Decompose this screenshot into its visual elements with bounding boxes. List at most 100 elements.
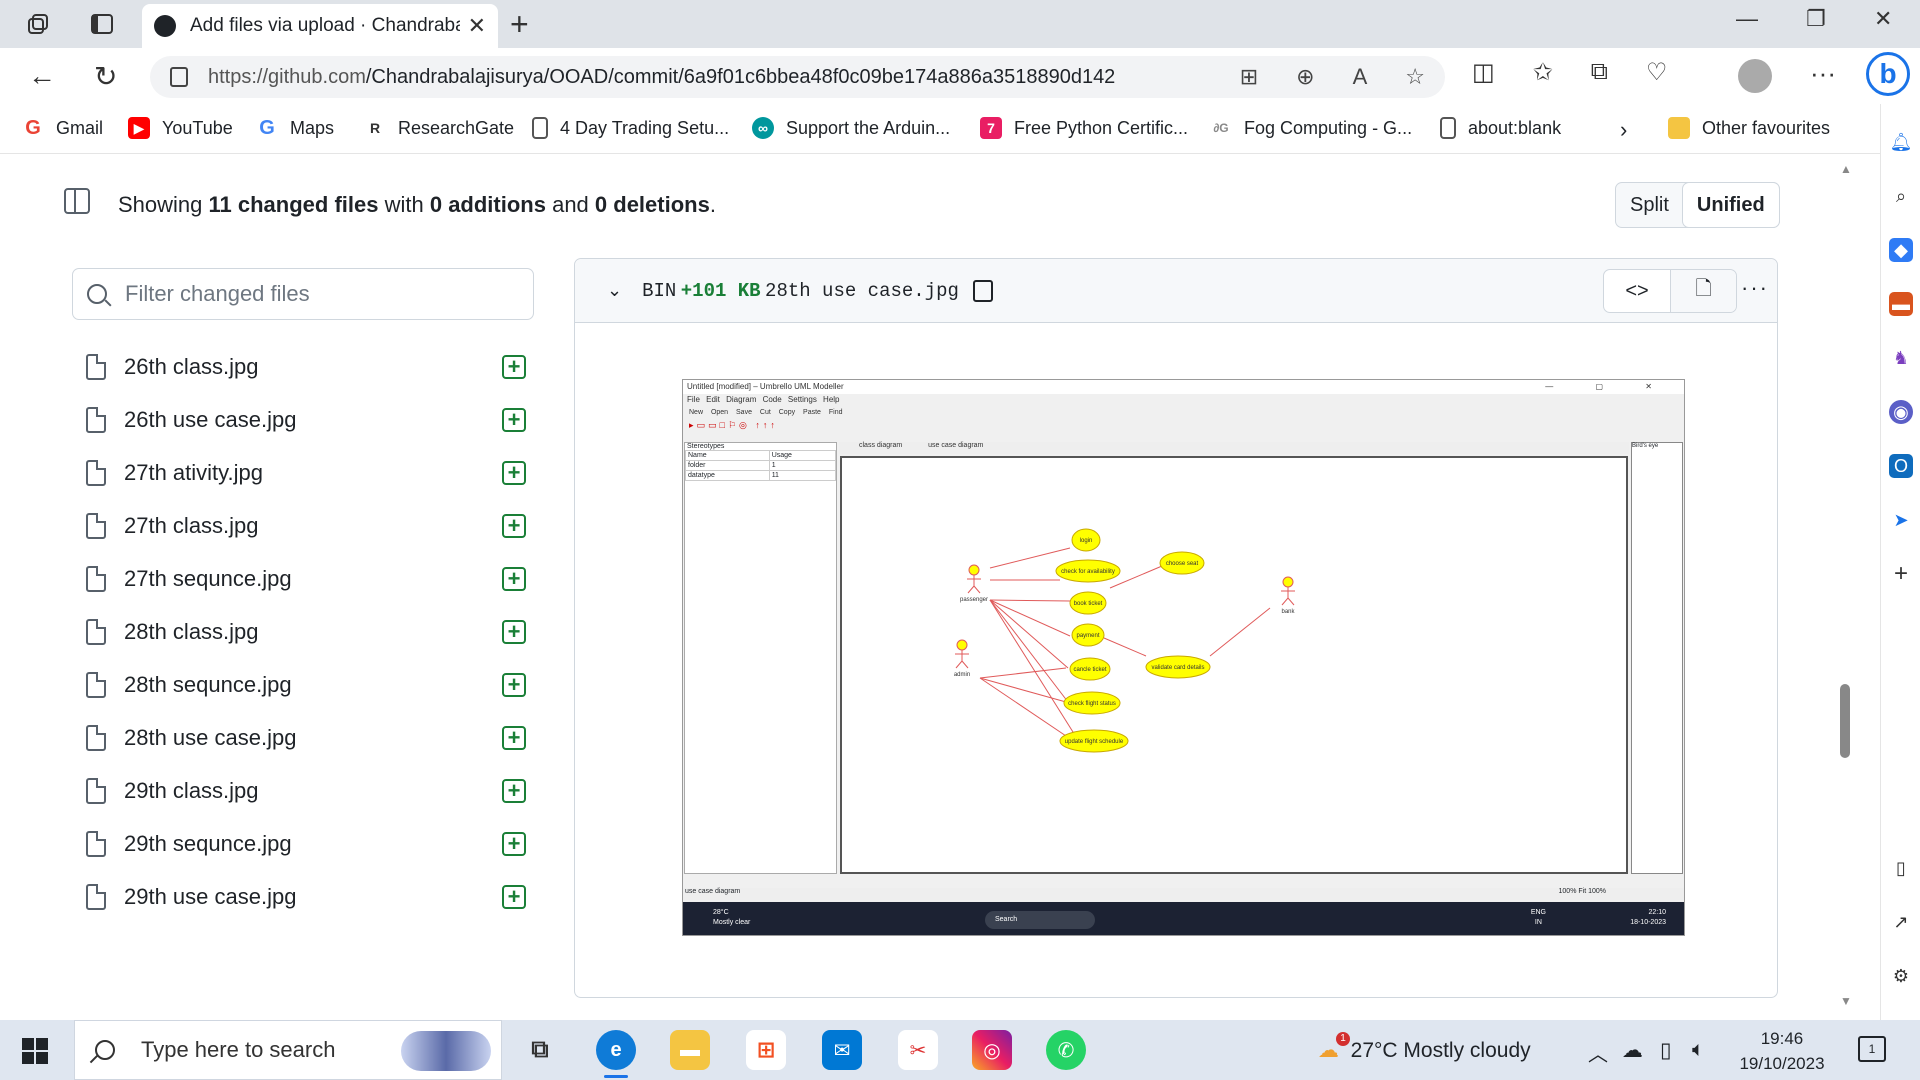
code-view-icon[interactable]: <> (1604, 270, 1670, 312)
copy-icon[interactable] (972, 279, 993, 302)
split-view-button[interactable]: Split (1616, 183, 1683, 227)
restore-button[interactable]: ❐ (1806, 6, 1826, 32)
scroll-down-icon[interactable]: ▼ (1840, 994, 1852, 1008)
instagram-icon[interactable]: ◎ (972, 1030, 1012, 1070)
taskbar-clock[interactable]: 19:46 19/10/2023 (1730, 1026, 1834, 1076)
scroll-up-icon[interactable]: ▲ (1840, 162, 1852, 176)
tag-icon[interactable]: ◆ (1889, 238, 1913, 262)
diagram-tabs: class diagram use case diagram (839, 442, 1629, 454)
onedrive-cloud-icon[interactable]: ☁ (1622, 1038, 1643, 1063)
fav-trading[interactable]: 4 Day Trading Setu... (532, 117, 729, 139)
minimize-button[interactable]: — (1736, 6, 1758, 32)
windows-taskbar: Type here to search ⧉ e ▬ ⊞ ✉ ✂ ◎ ✆ ☁ 1 2… (0, 1020, 1920, 1080)
file-added-icon: + (502, 354, 526, 379)
url-text[interactable]: https://github.com/Chandrabalajisurya/OO… (208, 66, 1115, 89)
file-item[interactable]: 28th sequnce.jpg + (86, 658, 526, 711)
file-item[interactable]: 29th sequnce.jpg + (86, 817, 526, 870)
tab-close-icon[interactable]: ✕ (468, 13, 486, 39)
tools-icon[interactable]: ▬ (1889, 292, 1913, 316)
task-view-icon[interactable]: ⧉ (520, 1030, 560, 1070)
umbrello-menu: File Edit Diagram Code Settings Help (687, 395, 840, 404)
filter-files-box (72, 268, 534, 320)
read-aloud-icon[interactable]: A (1353, 64, 1368, 90)
notification-center-icon[interactable]: 1 (1858, 1036, 1886, 1062)
active-tab[interactable]: Add files via upload · Chandrabal ✕ (142, 4, 498, 48)
filter-files-input[interactable] (125, 281, 525, 307)
taskbar-search[interactable]: Type here to search (74, 1020, 502, 1080)
file-item[interactable]: 27th class.jpg + (86, 499, 526, 552)
favorites-overflow-chevron-icon[interactable]: › (1620, 117, 1627, 143)
fav-youtube[interactable]: ▶ YouTube (128, 117, 233, 139)
gear-icon[interactable]: ⚙ (1889, 964, 1913, 988)
mail-icon[interactable]: ✉ (822, 1030, 862, 1070)
unified-view-button[interactable]: Unified (1681, 182, 1780, 228)
page-scrollbar[interactable]: ▲ ▼ (1836, 154, 1856, 1020)
file-item[interactable]: 28th use case.jpg + (86, 711, 526, 764)
file-item[interactable]: 26th use case.jpg + (86, 393, 526, 446)
favorites-icon[interactable]: ✩ (1533, 58, 1553, 87)
send-icon[interactable]: ➤ (1889, 508, 1913, 532)
file-icon (86, 777, 106, 804)
scrollbar-thumb[interactable] (1840, 684, 1850, 758)
file-added-icon: + (502, 619, 526, 644)
weather-widget[interactable]: ☁ 1 27°C Mostly cloudy (1318, 1032, 1531, 1063)
file-icon (86, 618, 106, 645)
edge-icon[interactable]: e (596, 1030, 636, 1078)
more-options-icon[interactable]: ··· (1741, 275, 1769, 301)
copilot-icon[interactable]: ◉ (1889, 400, 1913, 424)
file-item[interactable]: 29th use case.jpg + (86, 870, 526, 923)
file-item[interactable]: 29th class.jpg + (86, 764, 526, 817)
fav-arduino[interactable]: ∞ Support the Arduin... (752, 117, 950, 139)
sidebar-panel-icon[interactable]: ▯ (1889, 856, 1913, 880)
back-button[interactable]: ← (28, 60, 56, 92)
new-tab-button[interactable]: + (510, 6, 529, 43)
notification-bell-icon[interactable]: 🔔︎ (1889, 130, 1913, 154)
refresh-button[interactable]: ↻ (94, 60, 117, 93)
fav-maps[interactable]: G Maps (256, 117, 334, 139)
volume-icon[interactable]: 🔈︎ (1692, 1038, 1705, 1062)
app-available-icon[interactable]: ⊞ (1240, 64, 1258, 90)
bin-label: BIN (642, 279, 677, 302)
search-icon[interactable]: ⌕ (1889, 184, 1913, 208)
file-item[interactable]: 28th class.jpg + (86, 605, 526, 658)
favorite-star-icon[interactable]: ☆ (1405, 64, 1425, 90)
fav-gmail[interactable]: G Gmail (22, 117, 103, 139)
fav-other-favourites[interactable]: Other favourites (1668, 117, 1830, 139)
fav-researchgate[interactable]: R ResearchGate (364, 117, 514, 139)
snipping-tool-icon[interactable]: ✂ (898, 1030, 938, 1070)
bing-copilot-icon[interactable]: b (1866, 52, 1910, 96)
external-link-icon[interactable]: ↗ (1889, 910, 1913, 934)
games-icon[interactable]: ♞ (1889, 346, 1913, 370)
file-item[interactable]: 27th ativity.jpg + (86, 446, 526, 499)
profile-avatar[interactable] (1738, 59, 1772, 93)
file-item[interactable]: 26th class.jpg + (86, 340, 526, 393)
fav-fog-computing[interactable]: ∂G Fog Computing - G... (1210, 117, 1412, 139)
close-window-button[interactable]: ✕ (1874, 6, 1892, 32)
file-explorer-icon[interactable]: ▬ (670, 1030, 710, 1070)
diff-filename[interactable]: 28th use case.jpg (765, 280, 959, 302)
add-sidebar-app-icon[interactable]: + (1889, 560, 1913, 587)
fav-python-cert[interactable]: 7 Free Python Certific... (980, 117, 1188, 139)
microsoft-store-icon[interactable]: ⊞ (746, 1030, 786, 1070)
url-bar[interactable]: https://github.com/Chandrabalajisurya/OO… (150, 56, 1445, 98)
settings-more-icon[interactable]: ··· (1810, 58, 1836, 89)
zoom-icon[interactable]: ⊕ (1296, 64, 1314, 90)
file-item[interactable]: 27th sequnce.jpg + (86, 552, 526, 605)
outlook-icon[interactable]: O (1889, 454, 1913, 478)
researchgate-icon: R (369, 120, 381, 136)
uml-canvas: login check for availability choose seat… (840, 456, 1628, 874)
whatsapp-icon[interactable]: ✆ (1046, 1030, 1086, 1070)
show-hidden-icons-chevron-icon[interactable]: ︿ (1588, 1038, 1608, 1067)
lock-icon[interactable] (170, 67, 188, 87)
tab-actions-icon[interactable] (88, 10, 116, 38)
toggle-file-tree-icon[interactable] (64, 188, 90, 214)
collections-icon[interactable]: ⧉ (1591, 58, 1608, 87)
windows-start-icon[interactable] (22, 1038, 48, 1064)
fav-about-blank[interactable]: about:blank (1440, 117, 1561, 139)
file-view-icon[interactable]: 🗋︎ (1670, 270, 1736, 312)
browser-essentials-icon[interactable]: ♡ (1646, 58, 1668, 87)
split-screen-icon[interactable]: ◫ (1472, 58, 1495, 87)
battery-icon[interactable]: ▯ (1660, 1038, 1672, 1063)
chevron-down-icon[interactable]: ⌄ (607, 280, 622, 301)
workspaces-icon[interactable] (24, 10, 52, 38)
